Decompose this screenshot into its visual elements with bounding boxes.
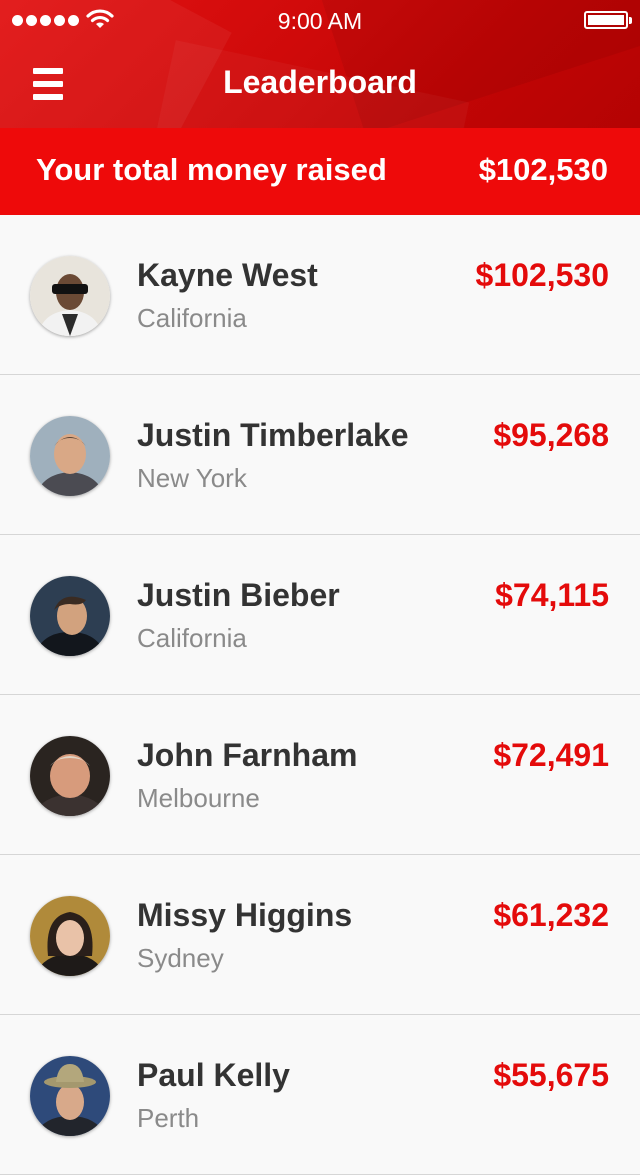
- leader-name: Paul Kelly: [137, 1057, 290, 1093]
- leader-amount: $55,675: [493, 1057, 609, 1093]
- leader-amount: $102,530: [475, 257, 609, 293]
- leader-amount: $74,115: [495, 577, 609, 613]
- leader-location: California: [137, 623, 247, 653]
- nav-bar: Leaderboard: [0, 40, 640, 128]
- leaderboard-row[interactable]: Justin Timberlake New York $95,268: [0, 375, 640, 535]
- leader-location: Melbourne: [137, 783, 260, 813]
- avatar: [30, 896, 110, 976]
- leaderboard-row[interactable]: Paul Kelly Perth $55,675: [0, 1015, 640, 1175]
- total-raised-value: $102,530: [478, 152, 608, 187]
- avatar: [30, 736, 110, 816]
- app-header: 9:00 AM Leaderboard: [0, 0, 640, 128]
- leaderboard-list: Kayne West California $102,530 Justin Ti…: [0, 215, 640, 1175]
- leader-name: Justin Bieber: [137, 577, 340, 613]
- leader-name: Justin Timberlake: [137, 417, 409, 453]
- leader-amount: $95,268: [493, 417, 609, 453]
- page-title: Leaderboard: [223, 64, 417, 100]
- leader-name: Kayne West: [137, 257, 318, 293]
- leader-amount: $72,491: [493, 737, 609, 773]
- battery-icon: [584, 11, 632, 29]
- leader-location: Sydney: [137, 943, 224, 973]
- leaderboard-row[interactable]: John Farnham Melbourne $72,491: [0, 695, 640, 855]
- status-bar: 9:00 AM: [0, 0, 640, 40]
- leader-location: New York: [137, 463, 247, 493]
- avatar: [30, 256, 110, 336]
- leader-amount: $61,232: [493, 897, 609, 933]
- leader-name: John Farnham: [137, 737, 358, 773]
- total-raised-banner: Your total money raised $102,530: [0, 128, 640, 215]
- avatar: [30, 416, 110, 496]
- leader-name: Missy Higgins: [137, 897, 353, 933]
- leaderboard-row[interactable]: Justin Bieber California $74,115: [0, 535, 640, 695]
- status-time: 9:00 AM: [277, 8, 363, 34]
- avatar: [30, 576, 110, 656]
- leaderboard-row[interactable]: Kayne West California $102,530: [0, 215, 640, 375]
- avatar: [30, 1056, 110, 1136]
- leader-location: Perth: [137, 1103, 200, 1133]
- leader-location: California: [137, 303, 247, 333]
- total-raised-label: Your total money raised: [36, 152, 387, 187]
- leaderboard-row[interactable]: Missy Higgins Sydney $61,232: [0, 855, 640, 1015]
